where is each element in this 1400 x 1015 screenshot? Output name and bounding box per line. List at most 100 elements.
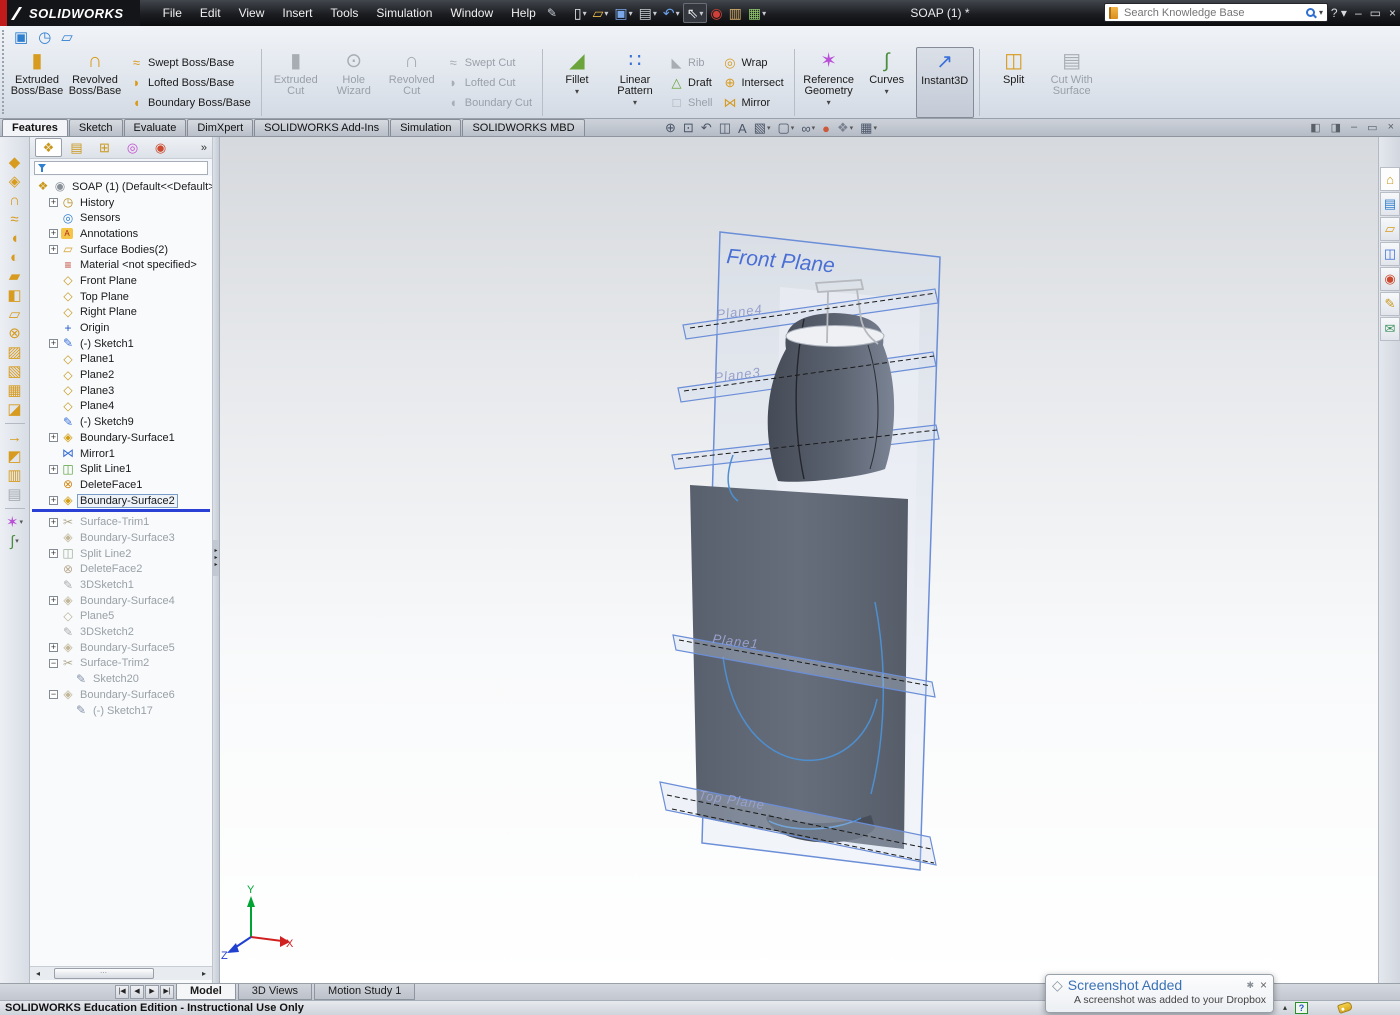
curves-caret-icon[interactable]: ▾ [885,87,889,96]
apply-scene-caret-icon[interactable]: ▾ [850,124,854,132]
instant3d-button[interactable]: ↗ Instant3D [915,47,974,118]
restore-button[interactable]: ▭ [1367,121,1377,134]
boundary-cut-button[interactable]: ◖ Boundary Cut [443,93,535,113]
extruded-boss-base-button[interactable]: ▮ Extruded Boss/Base [8,47,66,118]
swept-boss-base-button[interactable]: ≈ Swept Boss/Base [126,53,254,73]
planar-surface-button[interactable]: ▰ [9,267,21,286]
tab-simulation[interactable]: Simulation [390,119,462,136]
menu-help[interactable]: Help [502,1,545,25]
tab-nav-next-button[interactable]: ▶ [145,985,159,999]
search-icon[interactable] [1305,8,1315,17]
tree-item-annotations[interactable]: + A Annotations [30,226,212,242]
tree-item-surface-trim1[interactable]: + ✂ Surface-Trim1 [30,514,212,530]
expand-plus-icon[interactable]: + [49,245,58,255]
options-caret-icon[interactable]: ▾ [762,9,766,18]
tree-item-plane3[interactable]: ◇ Plane3 [30,383,212,399]
tree-item-surface-bodies-2[interactable]: + ▱ Surface Bodies(2) [30,242,212,258]
hide-show-button[interactable]: ∞ ▾ [801,121,815,136]
lofted-cut-button[interactable]: ◗ Lofted Cut [443,73,535,93]
menu-simulation[interactable]: Simulation [367,1,441,25]
options-button[interactable]: ▦ ▾ [745,4,769,22]
expand-plus-icon[interactable]: + [49,198,58,208]
tab-nav-first-button[interactable]: |◀ [115,985,129,999]
zoom-area-button[interactable]: ⊡ [683,120,694,136]
tab-model[interactable]: Model [176,984,236,1000]
untrim-surface-button[interactable]: ◩ [7,447,21,466]
task-pane-view-palette[interactable]: ◫ [1380,242,1400,266]
reference-geometry-caret-icon[interactable]: ▾ [20,513,24,532]
tree-item-sensors[interactable]: ◎ Sensors [30,210,212,226]
tree-item-boundary-surface4[interactable]: + ◈ Boundary-Surface4 [30,593,212,609]
tree-item-plane2[interactable]: ◇ Plane2 [30,367,212,383]
cut-with-surface-button[interactable]: ▤ Cut With Surface [1043,47,1101,118]
ruled-surface-button[interactable]: ▱ [9,305,21,324]
expand-minus-icon[interactable]: − [49,690,58,700]
draft-button[interactable]: △ Draft [666,73,715,93]
tree-item-3dsketch2[interactable]: ✎ 3DSketch2 [30,624,212,640]
tree-item-origin[interactable]: + Origin [30,320,212,336]
fillet-button[interactable]: ◢ Fillet ▾ [548,47,606,118]
ribbon-drag-handle[interactable] [2,30,5,114]
delete-face-button[interactable]: ⊗ [8,324,21,343]
apply-scene-button[interactable]: ❖ ▾ [837,120,853,136]
task-pane-home[interactable]: ⌂ [1380,167,1400,191]
tag-icon[interactable] [1336,1001,1354,1014]
panel-splitter[interactable]: ▸ ▸ ▸ [213,137,220,983]
extruded-cut-button[interactable]: ▮ Extruded Cut [267,47,325,118]
search-input[interactable] [1122,5,1302,20]
tree-item-boundary-surface3[interactable]: ◈ Boundary-Surface3 [30,530,212,546]
expand-plus-icon[interactable]: + [49,229,58,239]
tab-nav-prev-button[interactable]: ◀ [130,985,144,999]
tab-nav-last-button[interactable]: ▶| [160,985,174,999]
folder-check-button[interactable]: ▱ [61,29,73,46]
expand-plus-icon[interactable]: + [49,339,58,349]
tree-item-plane1[interactable]: ◇ Plane1 [30,352,212,368]
display-style-button[interactable]: ▢ ▾ [778,120,795,136]
splitter-grip[interactable]: ▸ ▸ ▸ [213,540,219,576]
tree-item-surface-trim2[interactable]: − ✂ Surface-Trim2 [30,656,212,672]
knit-surface-button[interactable]: ▧ [7,362,21,381]
tree-item-split-line1[interactable]: + ◫ Split Line1 [30,461,212,477]
mirror-button[interactable]: ⋈ Mirror [719,93,786,113]
tree-item-boundary-surface5[interactable]: + ◈ Boundary-Surface5 [30,640,212,656]
help-button[interactable]: ? ▾ [1331,6,1347,20]
clock-sync-button[interactable]: ◷ [38,29,51,46]
tab-solidworks-add-ins[interactable]: SOLIDWORKS Add-Ins [254,119,390,136]
hole-wizard-button[interactable]: ⊙ Hole Wizard [325,47,383,118]
revolved-cut-button[interactable]: ∩ Revolved Cut [383,47,441,118]
tree-item-plane5[interactable]: ◇ Plane5 [30,609,212,625]
menu-tools[interactable]: Tools [321,1,367,25]
shell-button[interactable]: □ Shell [666,93,715,113]
swept-surface-button[interactable]: ∩ [9,191,20,210]
view-settings-button[interactable]: ▦ ▾ [860,120,877,136]
lofted-boss-base-button[interactable]: ◗ Lofted Boss/Base [126,73,254,93]
print-button[interactable]: ▤ ▾ [636,4,660,22]
select-caret-icon[interactable]: ▾ [699,9,703,18]
expand-plus-icon[interactable]: + [49,643,58,653]
scroll-right-icon[interactable]: ▸ [197,967,211,980]
tree-item-plane4[interactable]: ◇ Plane4 [30,399,212,415]
print-caret-icon[interactable]: ▾ [653,9,657,18]
curves-button[interactable]: ∫ ▾ [10,532,19,551]
tree-item-boundary-surface1[interactable]: + ◈ Boundary-Surface1 [30,430,212,446]
tree-filter-input[interactable] [50,161,204,174]
tree-item-history[interactable]: + ◷ History [30,195,212,211]
tree-item-sketch17[interactable]: ✎ (-) Sketch17 [30,703,212,719]
expand-plus-icon[interactable]: + [49,433,58,443]
open-button[interactable]: ▱ ▾ [590,4,612,22]
lofted-surface-button[interactable]: ≈ [10,210,18,229]
swept-cut-button[interactable]: ≈ Swept Cut [443,53,535,73]
wrap-button[interactable]: ◎ Wrap [719,53,786,73]
save-button[interactable]: ▣ ▾ [611,4,635,22]
curves-button[interactable]: ∫ Curves ▾ [858,47,916,118]
select-button[interactable]: ⇖ ▾ [682,3,708,23]
scroll-thumb[interactable]: ⋯ [54,968,154,979]
tree-item-top-plane[interactable]: ◇ Top Plane [30,289,212,305]
close-button[interactable]: × [1389,6,1396,20]
filled-surface-button[interactable]: ◐ [10,248,19,267]
curves-caret-icon[interactable]: ▾ [15,532,19,551]
knowledge-base-search[interactable]: ▾ [1104,3,1328,22]
window-check-button[interactable]: ▣ [14,29,28,46]
expand-plus-icon[interactable]: + [49,549,58,559]
extruded-surface-button[interactable]: ◆ [9,153,21,172]
